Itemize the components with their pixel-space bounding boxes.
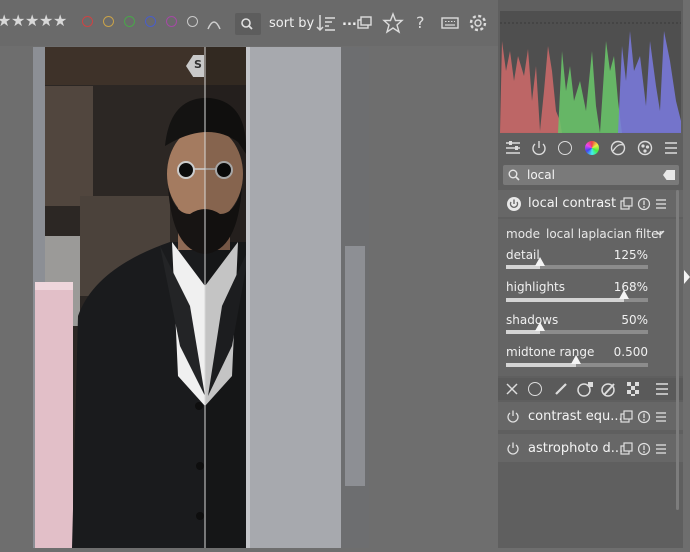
slider-thumb[interactable] xyxy=(535,257,546,266)
panel-scrollbar[interactable] xyxy=(676,190,679,510)
multi-instance-icon[interactable] xyxy=(620,410,634,424)
slider-track[interactable] xyxy=(506,355,648,367)
module-title: local contrast xyxy=(528,196,617,211)
before-after-badge: S xyxy=(194,58,202,71)
reset-icon[interactable] xyxy=(637,442,651,456)
star-icon[interactable]: ★ xyxy=(11,11,25,31)
mode-value: local laplacian filter xyxy=(546,227,664,241)
drawn-mask-icon[interactable] xyxy=(553,381,569,397)
color-group-icon[interactable] xyxy=(585,141,599,155)
slider-thumb[interactable] xyxy=(570,355,581,364)
chevron-down-icon xyxy=(655,230,665,236)
photo-portrait xyxy=(33,47,369,548)
top-toolbar: ★ ★ ★ ★ ★ sort by ... ? xyxy=(0,0,498,46)
effect-group-icon[interactable] xyxy=(636,139,654,157)
grouping-icon[interactable] xyxy=(355,12,377,34)
star-icon[interactable]: ★ xyxy=(39,11,53,31)
slider-track[interactable] xyxy=(506,290,648,302)
module-header-astrophoto-denoise[interactable]: astrophoto d... xyxy=(498,434,683,462)
quick-access-icon[interactable] xyxy=(504,139,522,157)
search-icon xyxy=(241,18,253,30)
keyboard-icon[interactable] xyxy=(439,12,461,34)
module-header-contrast-equalizer[interactable]: contrast equ... xyxy=(498,402,683,430)
module-power-icon[interactable] xyxy=(506,409,520,423)
histogram[interactable] xyxy=(500,11,681,134)
module-search-box[interactable]: local xyxy=(503,165,679,185)
slider-value: 125% xyxy=(613,248,648,262)
module-header-local-contrast[interactable]: local contrast xyxy=(498,190,683,217)
histogram-graph xyxy=(500,22,681,134)
color-label-red-icon[interactable] xyxy=(82,16,93,27)
multi-instance-icon[interactable] xyxy=(620,197,634,211)
module-power-icon[interactable] xyxy=(506,441,520,455)
clear-search-icon[interactable] xyxy=(663,170,675,180)
search-icon xyxy=(508,169,520,181)
presets-menu-icon[interactable] xyxy=(662,139,680,157)
star-icon[interactable]: ★ xyxy=(53,11,67,31)
slider-label: shadows xyxy=(506,313,559,327)
correct-group-icon[interactable] xyxy=(609,139,627,157)
and-operator-icon[interactable] xyxy=(205,13,227,35)
color-label-gray-icon[interactable] xyxy=(187,16,198,27)
image-view[interactable]: S xyxy=(0,46,498,548)
star-icon[interactable]: ★ xyxy=(25,11,39,31)
color-label-yellow-icon[interactable] xyxy=(103,16,114,27)
sort-by-label: sort by xyxy=(269,16,315,31)
slider-thumb[interactable] xyxy=(535,322,546,331)
module-group-tabs xyxy=(498,137,683,161)
parametric-mask-icon[interactable] xyxy=(576,381,594,397)
right-edge-strip xyxy=(683,0,690,548)
slider-fill xyxy=(506,363,576,367)
module-search-input[interactable]: local xyxy=(527,168,555,182)
color-label-green-icon[interactable] xyxy=(124,16,135,27)
slider-thumb[interactable] xyxy=(618,290,629,299)
slider-value: 50% xyxy=(621,313,648,327)
drawn-parametric-mask-icon[interactable] xyxy=(600,381,618,397)
uniform-mask-icon[interactable] xyxy=(528,382,542,396)
slider-track[interactable] xyxy=(506,257,648,269)
star-outline-icon[interactable] xyxy=(382,12,404,34)
raster-mask-icon[interactable] xyxy=(626,381,642,397)
help-icon[interactable]: ? xyxy=(416,13,425,32)
blend-menu-icon[interactable] xyxy=(654,381,670,397)
power-active-icon[interactable] xyxy=(530,139,548,157)
gear-icon[interactable] xyxy=(467,12,489,34)
mode-combobox[interactable]: mode local laplacian filter xyxy=(506,227,671,243)
reset-icon[interactable] xyxy=(637,197,651,211)
slider-fill xyxy=(506,298,624,302)
color-label-purple-icon[interactable] xyxy=(166,16,177,27)
presets-icon[interactable] xyxy=(654,442,668,456)
mode-label: mode xyxy=(506,227,541,241)
star-icon[interactable]: ★ xyxy=(0,11,11,31)
right-panel: local local contrast mode local laplacia… xyxy=(498,0,683,548)
presets-icon[interactable] xyxy=(654,410,668,424)
module-power-icon[interactable] xyxy=(506,196,522,212)
module-body-local-contrast: mode local laplacian filter detail 125% … xyxy=(498,219,683,376)
module-title: contrast equ... xyxy=(528,409,623,424)
base-group-icon[interactable] xyxy=(558,141,572,155)
sort-order-icon[interactable] xyxy=(316,12,338,34)
color-label-blue-icon[interactable] xyxy=(145,16,156,27)
module-title: astrophoto d... xyxy=(528,441,624,456)
reset-icon[interactable] xyxy=(637,410,651,424)
collapse-panel-arrow-icon[interactable] xyxy=(684,270,690,284)
slider-value: 0.500 xyxy=(613,345,648,359)
presets-icon[interactable] xyxy=(654,197,668,211)
slider-label: highlights xyxy=(506,280,566,294)
mask-off-icon[interactable] xyxy=(504,381,520,397)
mask-toolbar xyxy=(498,378,683,400)
multi-instance-icon[interactable] xyxy=(620,442,634,456)
search-button[interactable] xyxy=(235,13,261,35)
slider-label: midtone range xyxy=(506,345,595,359)
slider-track[interactable] xyxy=(506,322,648,334)
